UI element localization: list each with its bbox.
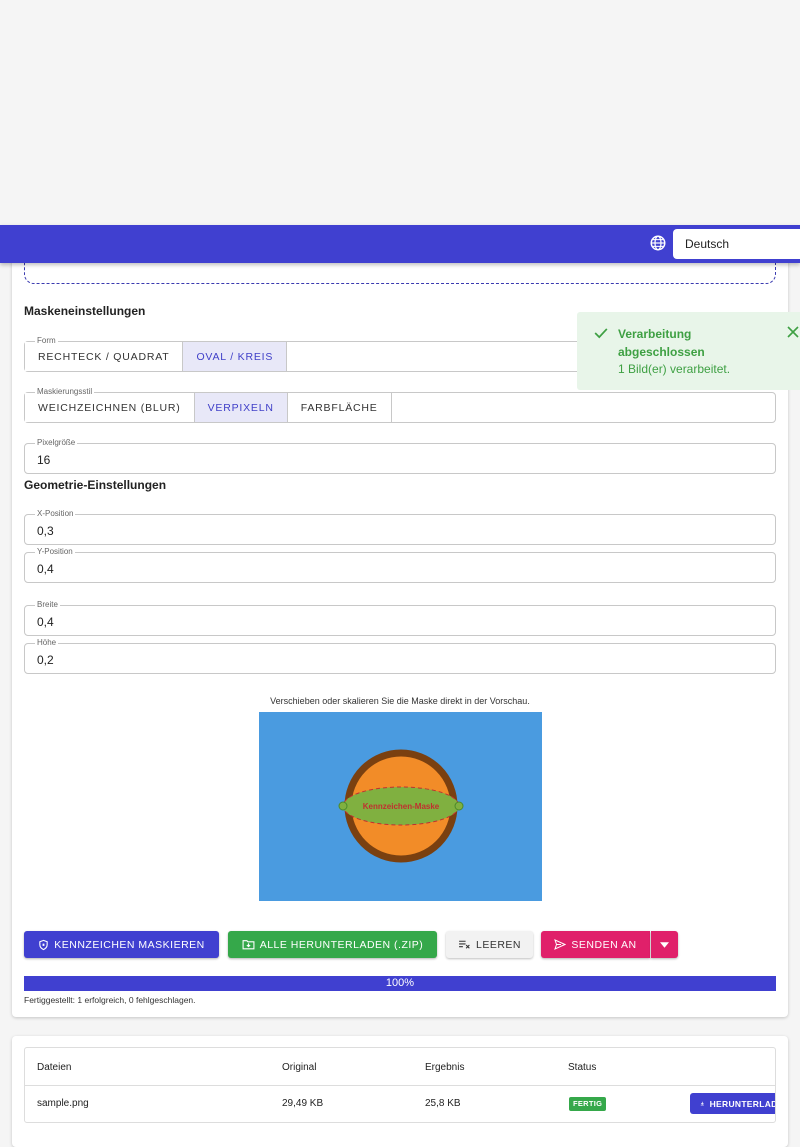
mask-plates-label: KENNZEICHEN MASKIEREN	[54, 938, 205, 951]
shape-rectangle-button[interactable]: RECHTECK / QUADRAT	[25, 342, 184, 371]
mask-settings-title: Maskeneinstellungen	[24, 304, 146, 318]
mask-plates-button[interactable]: KENNZEICHEN MASKIEREN	[24, 931, 219, 958]
folder-download-icon	[242, 940, 255, 950]
download-file-button[interactable]: HERUNTERLADEN	[690, 1093, 775, 1114]
language-select[interactable]: Deutsch	[673, 229, 800, 259]
y-position-legend: Y-Position	[35, 547, 75, 557]
height-field[interactable]: Höhe 0,2	[24, 638, 776, 674]
mask-handle-right	[454, 801, 464, 811]
progress-bar: 100%	[24, 976, 776, 991]
style-pixelate-button[interactable]: VERPIXELN	[194, 393, 288, 422]
y-position-value: 0,4	[37, 562, 54, 576]
mask-label: Kennzeichen-Maske	[363, 802, 440, 811]
send-to-label: SENDEN AN	[571, 938, 637, 951]
caret-down-icon	[660, 941, 669, 948]
width-legend: Breite	[35, 600, 60, 610]
shape-legend: Form	[35, 336, 58, 346]
preview-caption: Verschieben oder skalieren Sie die Maske…	[270, 696, 530, 706]
y-position-field[interactable]: Y-Position 0,4	[24, 547, 776, 583]
result-size: 25,8 KB	[425, 1098, 461, 1109]
toast-title: Verarbeitung abgeschlossen	[618, 327, 705, 359]
geometry-settings-title: Geometrie-Einstellungen	[24, 478, 167, 492]
toast-message: 1 Bild(er) verarbeitet.	[618, 362, 731, 376]
preview-canvas[interactable]: Kennzeichen-Maske	[259, 712, 542, 901]
files-table: Dateien Original Ergebnis Status sample.…	[24, 1047, 776, 1123]
send-to-dropdown-button[interactable]	[651, 931, 678, 958]
status-badge: FERTIG	[569, 1097, 607, 1111]
download-icon	[700, 1101, 704, 1106]
mask-handle-left	[338, 801, 348, 811]
download-file-label: HERUNTERLADEN	[709, 1098, 775, 1109]
globe-icon[interactable]	[649, 234, 667, 252]
height-value: 0,2	[37, 653, 54, 667]
column-header-result: Ergebnis	[425, 1062, 465, 1073]
style-color-fill-button[interactable]: FARBFLÄCHE	[287, 393, 392, 422]
progress-summary: Fertiggestellt: 1 erfolgreich, 0 fehlges…	[24, 995, 196, 1005]
success-toast: Verarbeitung abgeschlossen 1 Bild(er) ve…	[577, 312, 800, 390]
shield-icon	[39, 939, 48, 950]
download-all-label: ALLE HERUNTERLADEN (.ZIP)	[259, 938, 424, 951]
send-to-button[interactable]: SENDEN AN	[541, 931, 650, 958]
app-bar: Deutsch	[0, 225, 800, 263]
column-header-status: Status	[568, 1062, 597, 1073]
x-position-value: 0,3	[37, 524, 54, 538]
x-position-legend: X-Position	[35, 509, 76, 519]
pixel-size-legend: Pixelgröße	[35, 438, 78, 448]
download-all-button[interactable]: ALLE HERUNTERLADEN (.ZIP)	[228, 931, 437, 958]
style-blur-button[interactable]: WEICHZEICHNEN (BLUR)	[25, 393, 195, 422]
shape-oval-button[interactable]: OVAL / KREIS	[183, 342, 288, 371]
width-value: 0,4	[37, 615, 54, 629]
clear-label: LEEREN	[475, 938, 521, 951]
height-legend: Höhe	[35, 638, 59, 648]
width-field[interactable]: Breite 0,4	[24, 600, 776, 636]
style-toggle-group: WEICHZEICHNEN (BLUR) VERPIXELN FARBFLÄCH…	[24, 387, 776, 423]
original-size: 29,49 KB	[282, 1098, 324, 1109]
clear-list-icon	[459, 940, 470, 949]
progress-percent: 100%	[385, 977, 415, 989]
x-position-field[interactable]: X-Position 0,3	[24, 509, 776, 545]
close-icon[interactable]	[787, 326, 799, 338]
send-icon	[554, 939, 567, 950]
table-divider	[25, 1085, 775, 1086]
check-icon	[594, 328, 608, 339]
column-header-files: Dateien	[37, 1062, 72, 1073]
clear-button[interactable]: LEEREN	[446, 931, 533, 958]
style-legend: Maskierungsstil	[35, 387, 95, 397]
column-header-original: Original	[282, 1062, 317, 1073]
pixel-size-value: 16	[37, 453, 51, 467]
pixel-size-field[interactable]: Pixelgröße 16	[24, 438, 776, 474]
file-name: sample.png	[37, 1098, 89, 1109]
